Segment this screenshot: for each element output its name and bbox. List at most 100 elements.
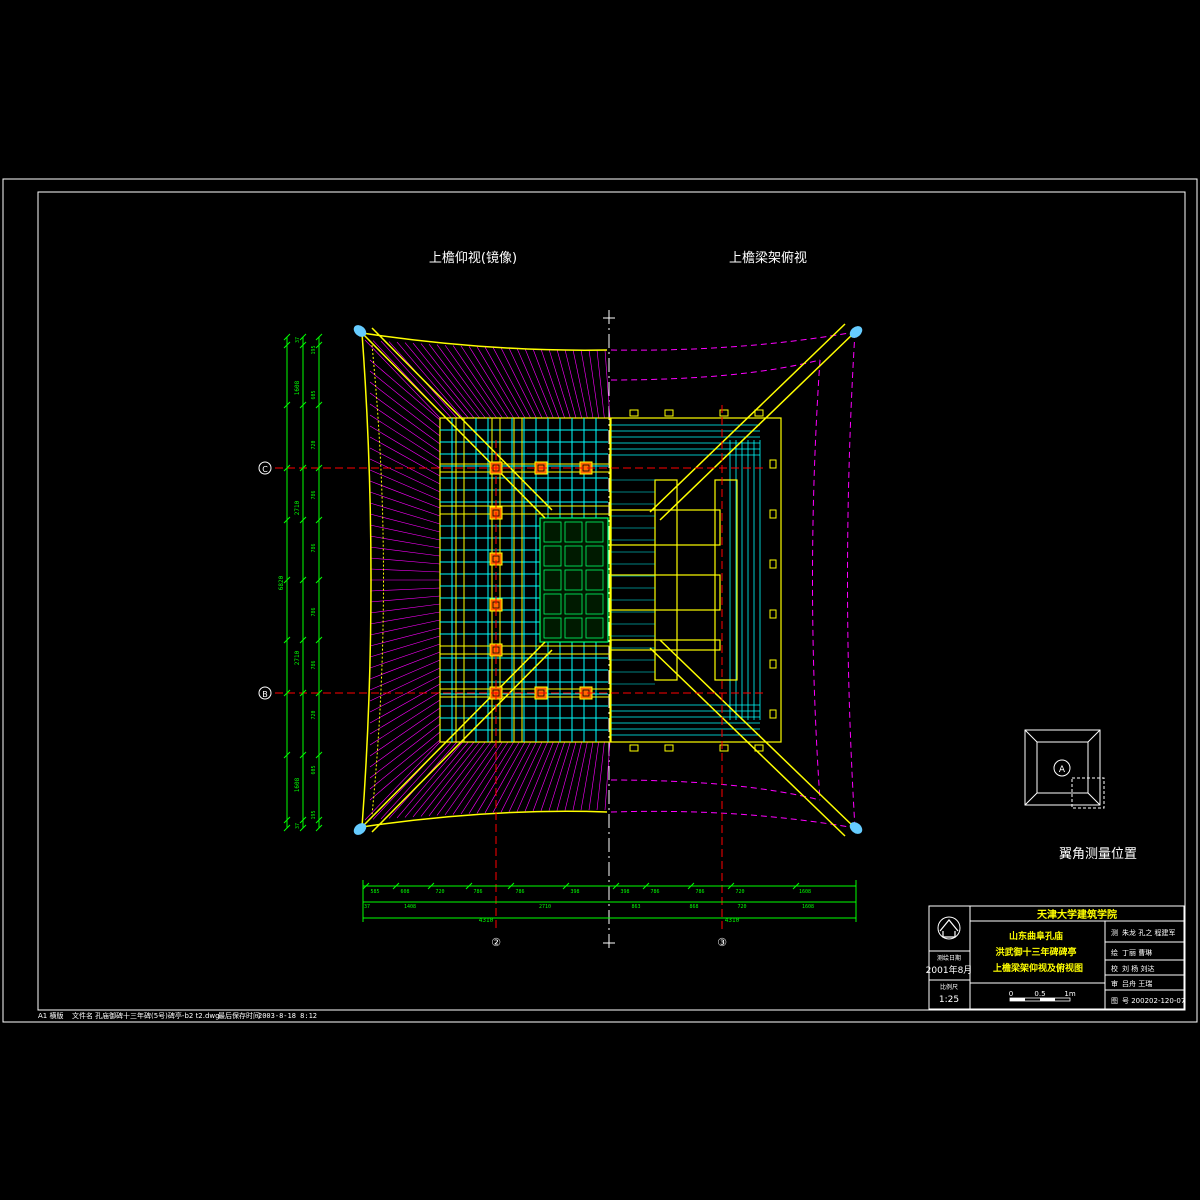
rafter-left: [369, 603, 441, 614]
right-view-title: 上檐梁架俯视: [729, 250, 807, 266]
rafter-bottom: [396, 741, 463, 819]
vdim-outer-4: 37: [295, 823, 301, 829]
hdim-row2-label: 863: [631, 904, 640, 910]
svg-text:审: 审: [1111, 979, 1118, 988]
rafter-end: [769, 509, 777, 519]
rafter-bottom: [500, 741, 537, 813]
svg-text:C: C: [262, 465, 268, 474]
project-line2: 洪武御十三年碑碑亭: [995, 946, 1076, 958]
rafter-top: [412, 342, 475, 419]
vdim-inner-label: 786: [311, 660, 317, 669]
rafter-bottom: [572, 741, 588, 811]
rafter-bottom: [452, 741, 503, 815]
svg-text:绘: 绘: [1111, 948, 1118, 957]
rafter-top: [484, 346, 526, 419]
rafter-end: [719, 409, 729, 417]
right-beam-frame: [610, 409, 782, 752]
rafter-end: [664, 409, 674, 417]
rafter-bottom: [596, 741, 605, 811]
svg-text:图: 图: [1111, 997, 1118, 1005]
rafter-top: [516, 348, 548, 419]
rafter-end: [769, 609, 777, 619]
svg-text:朱龙 孔之 程建军: 朱龙 孔之 程建军: [1122, 928, 1175, 937]
svg-text:吕舟 王瑞: 吕舟 王瑞: [1122, 979, 1152, 988]
rafter-top: [508, 347, 543, 419]
vdim-outer-0: 37: [295, 337, 301, 343]
rafter-top: [588, 349, 599, 419]
axis-bubble-2: ②: [491, 936, 501, 949]
rafter-top: [540, 349, 565, 419]
rafter-left: [369, 502, 441, 525]
rafter-bottom: [540, 741, 565, 811]
vdim-inner-label: 786: [311, 607, 317, 616]
svg-text:1m: 1m: [1064, 990, 1075, 998]
rafter-bottom: [380, 741, 452, 820]
rafter-bottom: [508, 741, 543, 813]
axis-bubble-3: ③: [717, 936, 727, 949]
rafter-bottom: [436, 741, 492, 816]
vdim-inner-label: 786: [311, 543, 317, 552]
date-value: 2001年8月: [926, 964, 973, 976]
left-view-title: 上檐仰视(镜像): [429, 251, 517, 266]
rafter-end: [629, 744, 639, 752]
rafter-end: [769, 709, 777, 719]
corner-measure-label: 翼角测量位置: [1059, 847, 1137, 862]
rafter-bottom: [468, 741, 514, 814]
hdim-row1-label: 786: [650, 889, 659, 895]
tie-beam: [610, 574, 721, 611]
rafter-end: [754, 409, 764, 417]
rafter-left: [369, 568, 441, 573]
vdim-inner-label: 605: [311, 390, 317, 399]
rafter-left: [369, 458, 441, 493]
svg-text:校: 校: [1111, 964, 1118, 973]
status-file-label: 文件名: [72, 1011, 93, 1020]
rafter-bottom: [524, 741, 554, 812]
rafter-bottom: [412, 741, 475, 818]
status-datetime: 2003-8-18 8:12: [258, 1012, 317, 1020]
rafter-end: [629, 409, 639, 417]
hdim-row1-label: 720: [735, 889, 744, 895]
svg-text:0.5: 0.5: [1034, 990, 1045, 998]
scale-label: 比例尺: [940, 983, 958, 991]
status-file: 孔庙御碑十三年碑(5号)碑亭-b2 t2.dwg: [95, 1011, 220, 1020]
svg-text:测: 测: [1111, 929, 1118, 937]
scale-bar: 0 0.5 1m: [1009, 990, 1076, 1002]
role-rows: 测 朱龙 孔之 程建军 绘 丁丽 曹琳 校 刘 杨 刘达 审 吕舟 王瑞 图 号…: [1111, 928, 1185, 1005]
hdim-row1-label: 720: [435, 889, 444, 895]
svg-text:0: 0: [1009, 990, 1013, 998]
sheet-title: 上檐梁架仰视及俯视图: [993, 962, 1083, 974]
rafter-left: [369, 667, 441, 702]
project-line1: 山东曲阜孔庙: [1009, 930, 1063, 942]
rafter-top: [596, 349, 605, 419]
rafter-left: [369, 587, 441, 592]
rafter-left: [369, 635, 441, 658]
rafter-left: [369, 557, 441, 565]
status-size: A1 横版: [38, 1011, 63, 1020]
cad-drawing-canvas: 上檐仰视(镜像) 上檐梁架俯视 C B ② ③ 6820 1608 2710 2…: [2, 178, 1198, 1023]
school-name: 天津大学建筑学院: [1037, 908, 1117, 921]
rafter-top: [524, 348, 554, 419]
rafter-end: [769, 459, 777, 469]
vdim-inner-label: 605: [311, 765, 317, 774]
rafter-bottom: [484, 741, 526, 814]
rafter-top: [460, 345, 509, 419]
hdim-row3-left: 4310: [479, 917, 494, 924]
rafter-end: [769, 659, 777, 669]
hdim-row2-label: 37: [364, 904, 370, 910]
svg-text:刘 杨 刘达: 刘 杨 刘达: [1122, 964, 1154, 973]
vdim-inner-label: 786: [311, 490, 317, 499]
rafter-left: [369, 627, 441, 647]
vertical-dimensions: 6820 1608 2710 2710 1608 37 37 195 605 720…: [278, 333, 323, 832]
vdim-outer-1: 1608: [294, 380, 301, 395]
rafter-bottom: [460, 741, 509, 815]
axis-bubble-c: C: [258, 461, 272, 475]
rafter-bottom: [580, 741, 594, 811]
rafter-top: [468, 346, 514, 419]
rafter-end: [769, 559, 777, 569]
vdim-inner-label: 720: [311, 710, 317, 719]
rafter-bottom: [588, 741, 599, 811]
status-bar: A1 横版 文件名 孔庙御碑十三年碑(5号)碑亭-b2 t2.dwg 最后保存时…: [38, 1011, 317, 1020]
hdim-row3-right: 4310: [725, 917, 740, 924]
school-logo-icon: [937, 916, 961, 940]
hdim-row1-label: 585: [370, 889, 379, 895]
